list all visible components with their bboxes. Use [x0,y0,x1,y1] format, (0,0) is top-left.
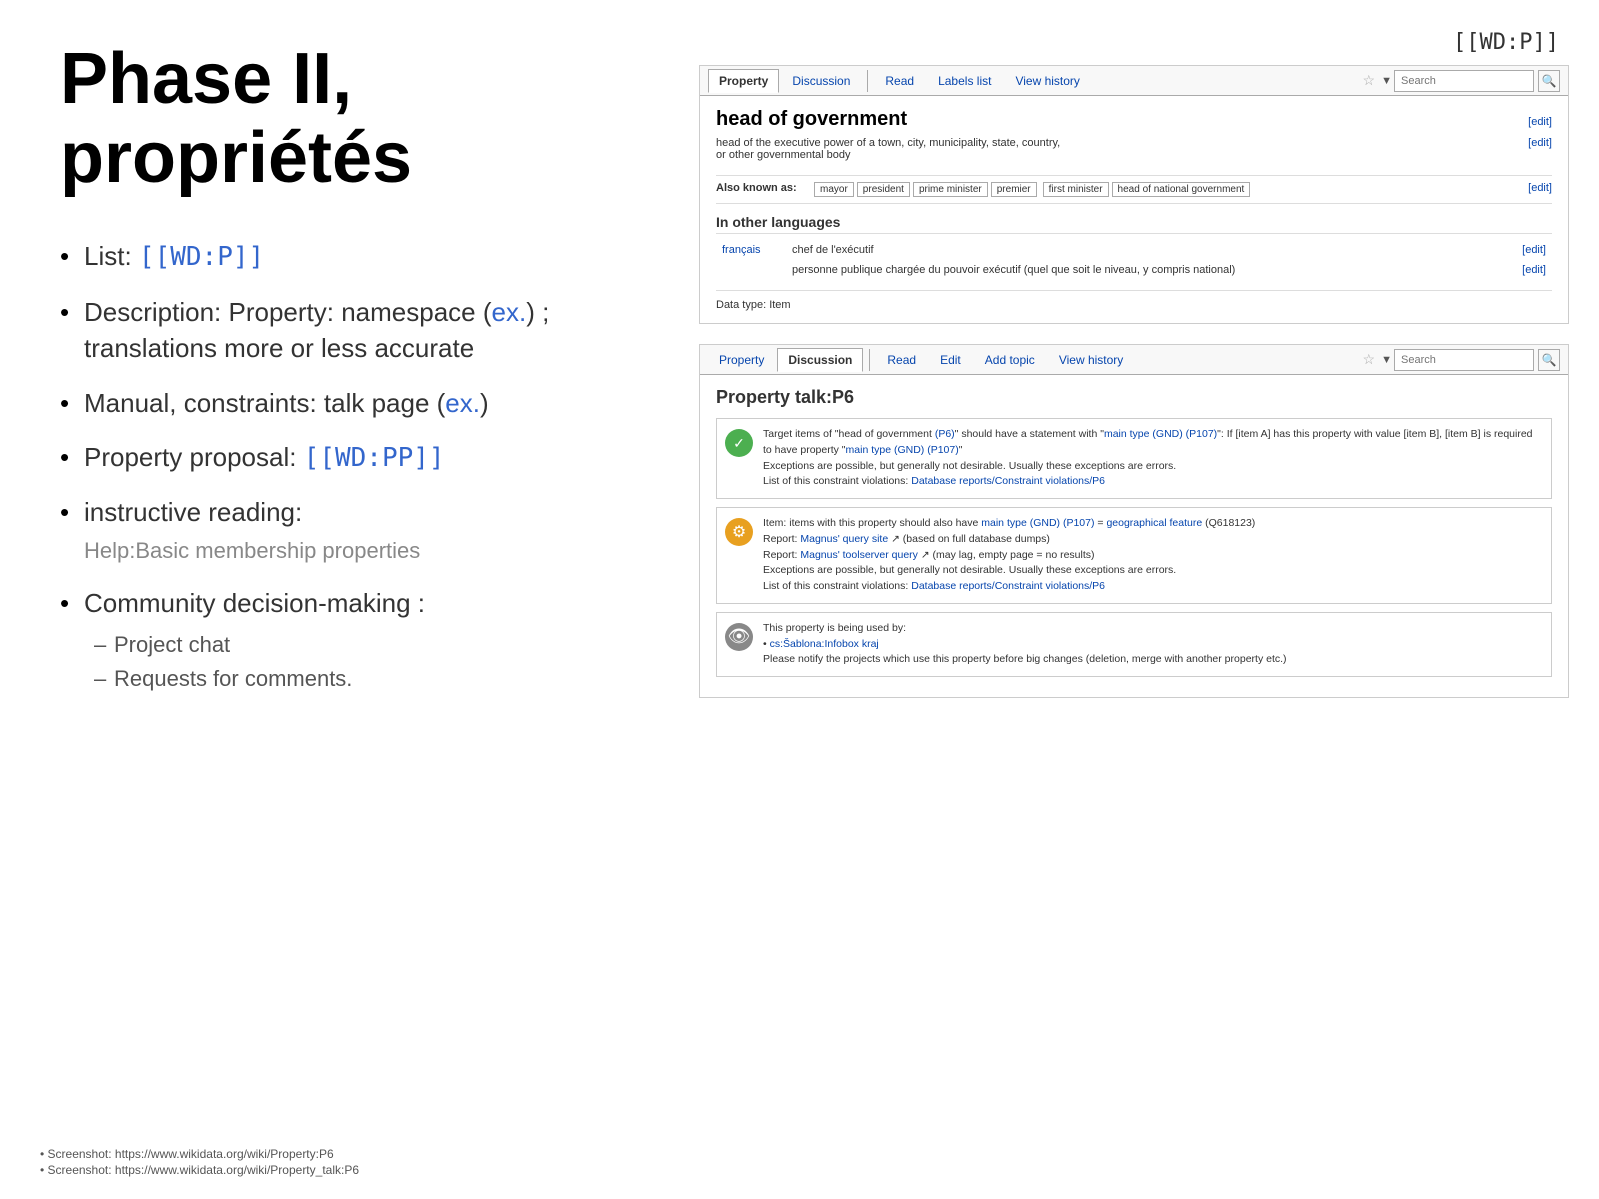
tab-addtopic-bottom[interactable]: Add topic [974,348,1046,371]
constraint-box-3: 👁 This property is being used by: • cs:Š… [716,612,1552,677]
property-desc: head of the executive power of a town, c… [716,137,1060,161]
tab-labels-top[interactable]: Labels list [927,69,1002,92]
aka-tag-4: first minister [1043,182,1109,197]
lang-desc-fr: personne publique chargée du pouvoir exé… [786,260,1496,280]
property-title: head of government [716,108,907,131]
aka-tag-3: premier [991,182,1037,197]
tab-read-top[interactable]: Read [874,69,925,92]
left-panel: Phase II, propriétés List: [[WD:P]] Desc… [0,0,650,753]
tab-edit-bottom[interactable]: Edit [929,348,972,371]
bullet-text-3b: ) [480,388,489,418]
bullet-subtext-5: Help:Basic membership properties [84,538,420,563]
sub-item-2[interactable]: Requests for comments. [94,664,590,695]
list-item-1: List: [[WD:P]] [60,238,590,275]
search-button-top[interactable]: 🔍 [1538,70,1560,92]
wiki-content-bottom: Property talk:P6 ✓ Target items of "head… [700,375,1568,697]
sub-item-1[interactable]: Project chat [94,630,590,661]
right-panel: [[WD:P]] Property Discussion Read Labels… [699,0,1599,718]
wiki-box-bottom: Property Discussion Read Edit Add topic … [699,344,1569,698]
bullet-code-1: [[WD:P]] [139,242,264,272]
bullet-text-1: List: [84,241,139,271]
star-icon-top[interactable]: ☆ [1359,72,1380,89]
main-title: Phase II, propriétés [60,40,590,198]
search-input-bottom[interactable] [1394,349,1534,371]
tab-discussion-top[interactable]: Discussion [781,69,861,92]
bullet-text-5: instructive reading: [84,497,302,527]
bullet-text-2: Description: Property: namespace ( [84,297,492,327]
wiki-search-area-top: 🔍 [1394,70,1560,92]
in-other-languages-title: In other languages [716,214,1552,234]
edit-link-2[interactable]: [edit] [1528,137,1552,149]
search-input-top[interactable] [1394,70,1534,92]
footer-line-1: • Screenshot: https://www.wikidata.org/w… [40,1147,359,1161]
tab-property-top[interactable]: Property [708,69,779,93]
tab-history-bottom[interactable]: View history [1048,348,1134,371]
lang-row-fr: français chef de l'exécutif [edit] [716,240,1552,260]
aka-label: Also known as: [716,182,806,194]
constraint-box-1: ✓ Target items of "head of government (P… [716,418,1552,499]
list-item-3: Manual, constraints: talk page (ex.) [60,385,590,421]
bullet-text-6: Community decision-making : [84,588,425,618]
ex-link-1[interactable]: ex. [492,297,527,327]
aka-row: Also known as: mayor president prime min… [716,182,1552,197]
list-item-2: Description: Property: namespace (ex.) ;… [60,294,590,367]
constraint-text-1: Target items of "head of government (P6)… [763,427,1543,490]
lang-table: français chef de l'exécutif [edit] perso… [716,240,1552,280]
bullet-code-4: [[WD:PP]] [304,443,445,473]
constraint-box-2: ⚙ Item: items with this property should … [716,507,1552,604]
list-item-6: Community decision-making : Project chat… [60,585,590,695]
footer-line-2: • Screenshot: https://www.wikidata.org/w… [40,1163,359,1177]
aka-tag-2: prime minister [913,182,988,197]
search-button-bottom[interactable]: 🔍 [1538,349,1560,371]
aka-tag-0: mayor [814,182,854,197]
footer: • Screenshot: https://www.wikidata.org/w… [40,1147,359,1179]
constraint-text-2: Item: items with this property should al… [763,516,1255,595]
wiki-search-area-bottom: 🔍 [1394,349,1560,371]
list-item-5: instructive reading: Help:Basic membersh… [60,494,590,567]
wiki-box-top: Property Discussion Read Labels list Vie… [699,65,1569,324]
dropdown-icon-bottom[interactable]: ▼ [1381,354,1392,366]
constraint-text-3: This property is being used by: • cs:Šab… [763,621,1287,668]
lang-label-fr: français [716,240,786,260]
edit-lang-fr-2[interactable]: [edit] [1522,264,1546,276]
constraint-icon-3: 👁 [725,623,753,651]
ex-link-2[interactable]: ex. [445,388,480,418]
list-item-4: Property proposal: [[WD:PP]] [60,439,590,476]
edit-link-3[interactable]: [edit] [1528,182,1552,194]
bullet-text-4: Property proposal: [84,442,304,472]
tab-discussion-bottom[interactable]: Discussion [777,348,863,372]
tab-property-bottom[interactable]: Property [708,348,775,371]
wiki-content-top: head of government [edit] head of the ex… [700,96,1568,323]
aka-tag-5: head of national government [1112,182,1251,197]
aka-tags: mayor president prime minister premier f… [814,182,1250,197]
talk-title: Property talk:P6 [716,387,1552,408]
wiki-tabs-bottom: Property Discussion Read Edit Add topic … [700,345,1568,375]
constraint-icon-2: ⚙ [725,518,753,546]
aka-tag-1: president [857,182,910,197]
bullet-text-3: Manual, constraints: talk page ( [84,388,445,418]
edit-lang-fr-1[interactable]: [edit] [1522,244,1546,256]
bullet-list: List: [[WD:P]] Description: Property: na… [60,238,590,695]
lang-term-fr: chef de l'exécutif [786,240,1496,260]
constraint-icon-1: ✓ [725,429,753,457]
data-type: Data type: Item [716,299,1552,311]
tab-history-top[interactable]: View history [1004,69,1090,92]
wd-tag: [[WD:P]] [699,30,1569,55]
wiki-tabs-top: Property Discussion Read Labels list Vie… [700,66,1568,96]
sub-list-6: Project chat Requests for comments. [84,630,590,696]
star-icon-bottom[interactable]: ☆ [1359,351,1380,368]
edit-link-1[interactable]: [edit] [1528,116,1552,128]
lang-row-fr-desc: personne publique chargée du pouvoir exé… [716,260,1552,280]
tab-read-bottom[interactable]: Read [876,348,927,371]
dropdown-icon-top[interactable]: ▼ [1381,75,1392,87]
